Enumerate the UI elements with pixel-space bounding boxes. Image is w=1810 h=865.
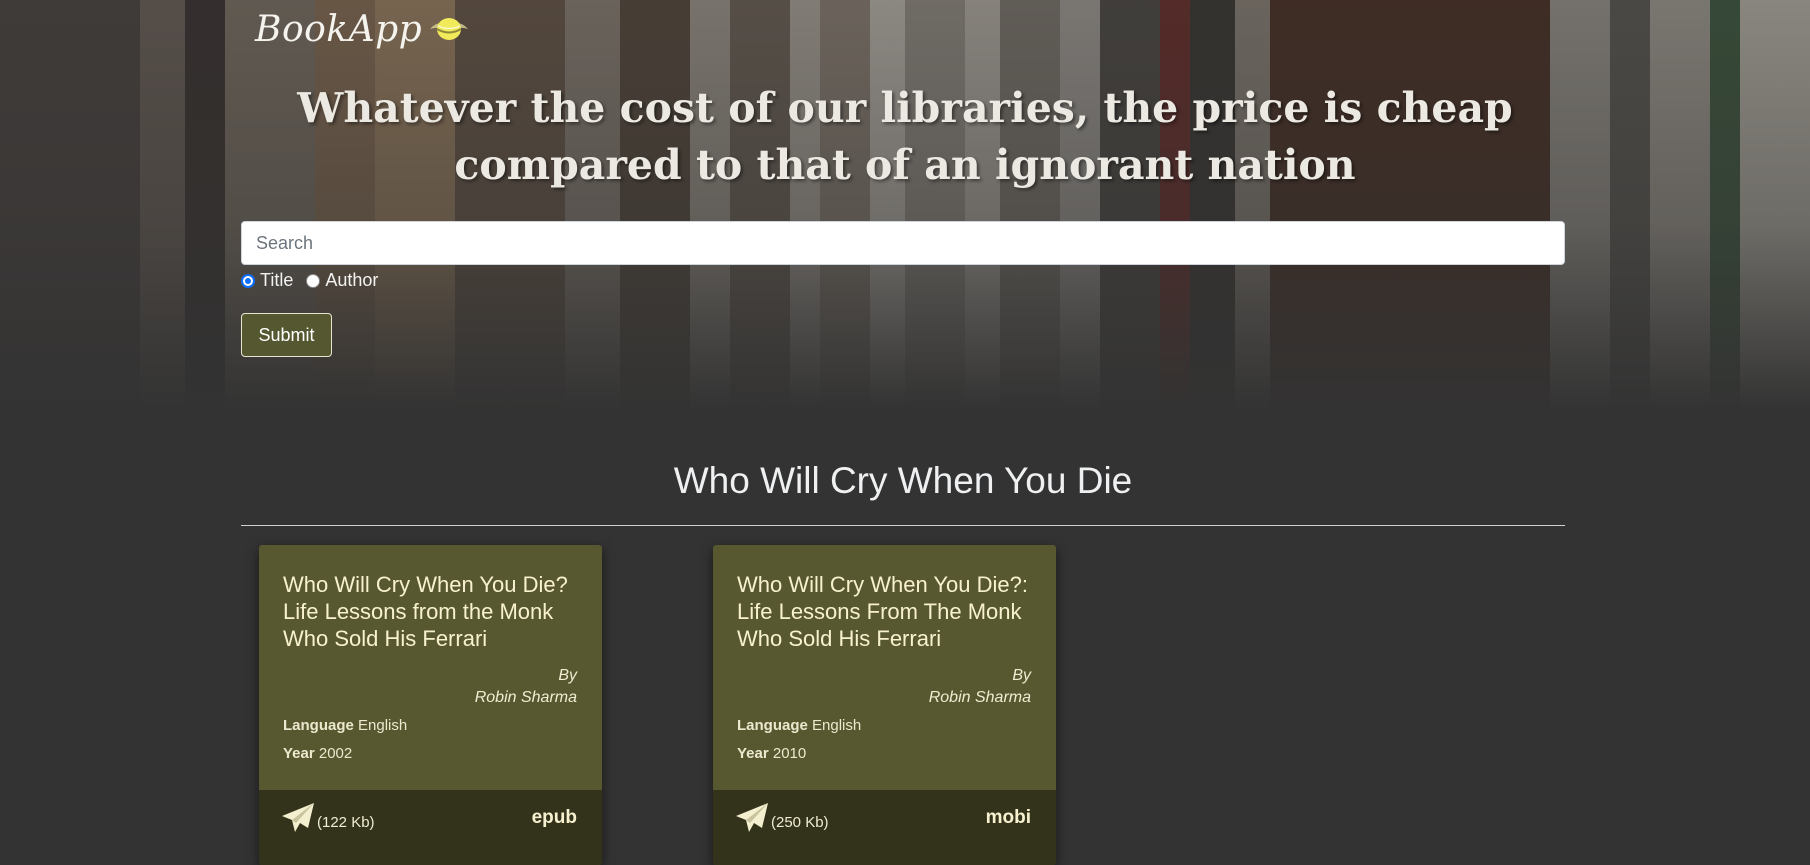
title-radio[interactable] bbox=[241, 273, 255, 288]
language-label: Language bbox=[283, 717, 354, 734]
by-label: By bbox=[1012, 667, 1031, 684]
language-label: Language bbox=[737, 717, 808, 734]
book-author: Robin Sharma bbox=[928, 689, 1031, 706]
book-title[interactable]: Who Will Cry When You Die?: Life Lessons… bbox=[737, 571, 1037, 652]
book-wings-icon bbox=[430, 18, 469, 40]
year-label: Year bbox=[283, 745, 315, 762]
language-value: English bbox=[812, 717, 862, 734]
book-card[interactable]: Who Will Cry When You Die? Life Lessons … bbox=[259, 545, 602, 865]
book-author-block: By Robin Sharma bbox=[475, 665, 577, 709]
book-year: Year 2002 bbox=[283, 745, 352, 762]
results-divider bbox=[241, 525, 1565, 526]
year-value: 2010 bbox=[772, 745, 807, 762]
language-value: English bbox=[358, 717, 408, 734]
hero-quote: Whatever the cost of our libraries, the … bbox=[297, 84, 1513, 189]
file-size: (122 Kb) bbox=[317, 814, 375, 831]
hero-banner: BookApp Whatever the cost of our librari… bbox=[0, 0, 1810, 410]
logo-text: BookApp bbox=[255, 8, 423, 50]
book-author-block: By Robin Sharma bbox=[929, 665, 1031, 709]
book-card-footer: (122 Kb) epub bbox=[259, 790, 602, 865]
submit-button[interactable]: Submit bbox=[241, 313, 332, 357]
search-option-author[interactable]: Author bbox=[306, 270, 378, 291]
year-label: Year bbox=[737, 745, 769, 762]
by-label: By bbox=[558, 667, 577, 684]
author-radio-label: Author bbox=[325, 270, 379, 290]
search-input[interactable] bbox=[241, 221, 1565, 265]
book-author: Robin Sharma bbox=[474, 689, 577, 706]
book-card-footer: (250 Kb) mobi bbox=[713, 790, 1056, 865]
download-format-link[interactable]: mobi bbox=[986, 807, 1031, 829]
book-language: Language English bbox=[283, 717, 407, 734]
search-type-options: Title Author bbox=[241, 270, 391, 291]
paper-plane-icon[interactable] bbox=[735, 802, 769, 834]
search-option-title[interactable]: Title bbox=[241, 270, 293, 291]
paper-plane-icon[interactable] bbox=[281, 802, 315, 834]
title-radio-label: Title bbox=[260, 270, 294, 290]
file-size: (250 Kb) bbox=[771, 814, 829, 831]
book-title[interactable]: Who Will Cry When You Die? Life Lessons … bbox=[283, 571, 583, 652]
book-card[interactable]: Who Will Cry When You Die?: Life Lessons… bbox=[713, 545, 1056, 865]
results-heading: Who Will Cry When You Die bbox=[673, 460, 1133, 501]
year-value: 2002 bbox=[318, 745, 353, 762]
book-year: Year 2010 bbox=[737, 745, 806, 762]
download-format-link[interactable]: epub bbox=[532, 807, 577, 829]
author-radio[interactable] bbox=[306, 273, 321, 288]
book-language: Language English bbox=[737, 717, 861, 734]
app-logo[interactable]: BookApp bbox=[255, 4, 470, 54]
